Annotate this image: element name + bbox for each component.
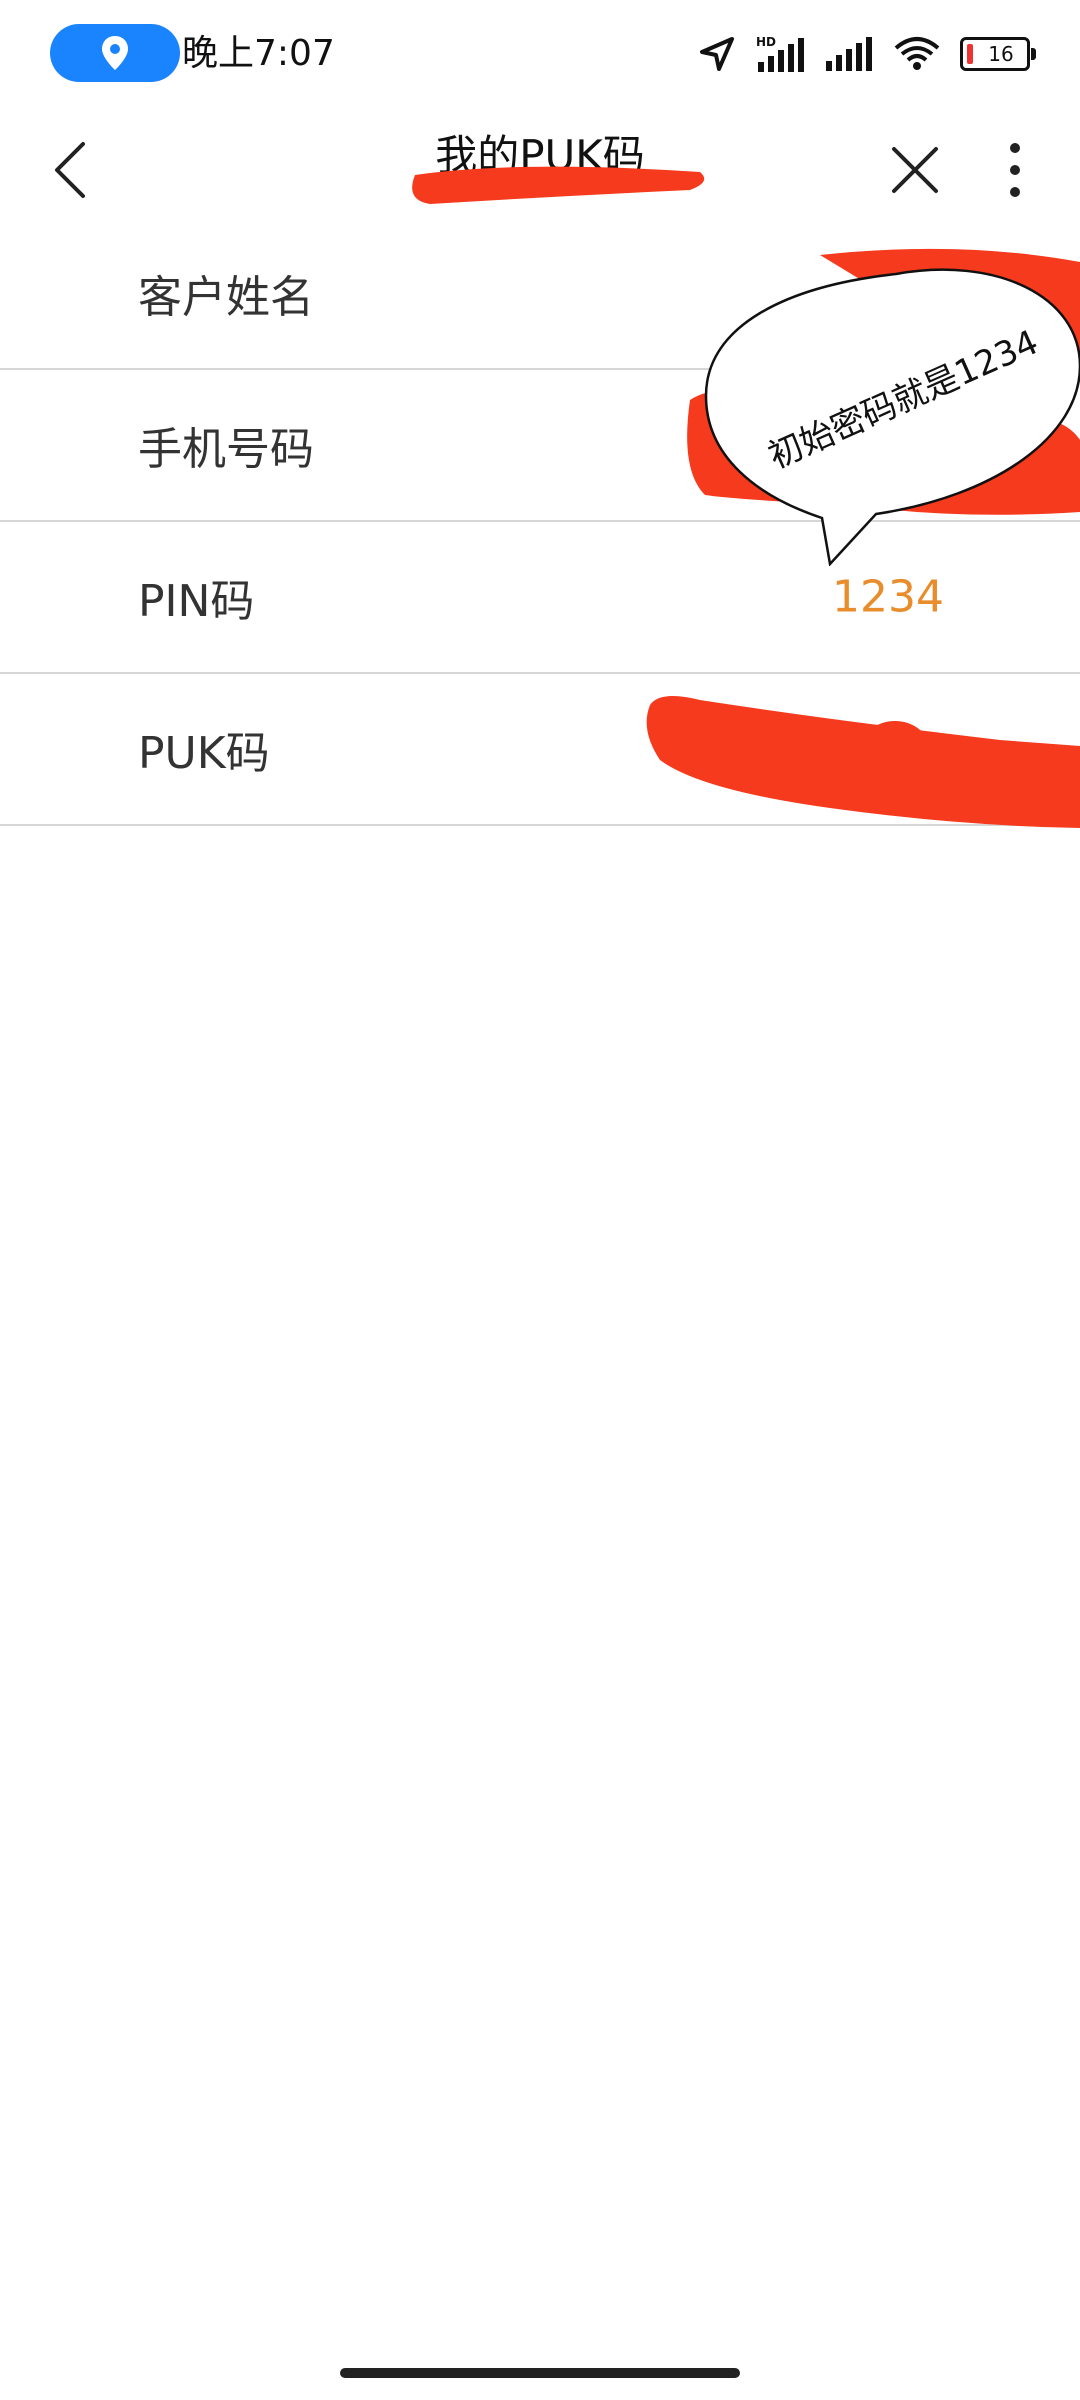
location-icon — [102, 36, 128, 70]
status-bar: 晚上7:07 HD 16 — [0, 0, 1080, 110]
title-bar: 我的PUK码 — [0, 110, 1080, 230]
page: 晚上7:07 HD 16 我的PUK码 客户姓名 手机号码 PIN码 1234 … — [0, 0, 1080, 2400]
signal-icon — [826, 37, 872, 71]
more-vertical-icon — [1010, 143, 1020, 197]
row-label: PIN码 — [138, 576, 255, 627]
more-button[interactable] — [990, 130, 1040, 210]
row-label: PUK码 — [138, 728, 270, 779]
status-time: 晚上7:07 — [182, 33, 335, 74]
svg-text:HD: HD — [756, 35, 776, 49]
close-button[interactable] — [880, 130, 950, 210]
location-pill[interactable] — [50, 24, 180, 82]
close-icon — [892, 147, 938, 193]
pin-value: 1234 — [832, 571, 944, 623]
row-label: 手机号码 — [138, 424, 314, 475]
row-puk: PUK码 — [0, 674, 1080, 826]
system-icons: HD 16 — [698, 30, 1036, 78]
battery-icon: 16 — [960, 37, 1036, 71]
navigation-icon — [700, 37, 734, 71]
row-label: 客户姓名 — [138, 272, 314, 323]
home-indicator[interactable] — [340, 2368, 740, 2378]
wifi-icon — [894, 37, 940, 70]
hd-signal-icon: HD — [756, 35, 804, 72]
battery-level: 16 — [988, 42, 1014, 66]
